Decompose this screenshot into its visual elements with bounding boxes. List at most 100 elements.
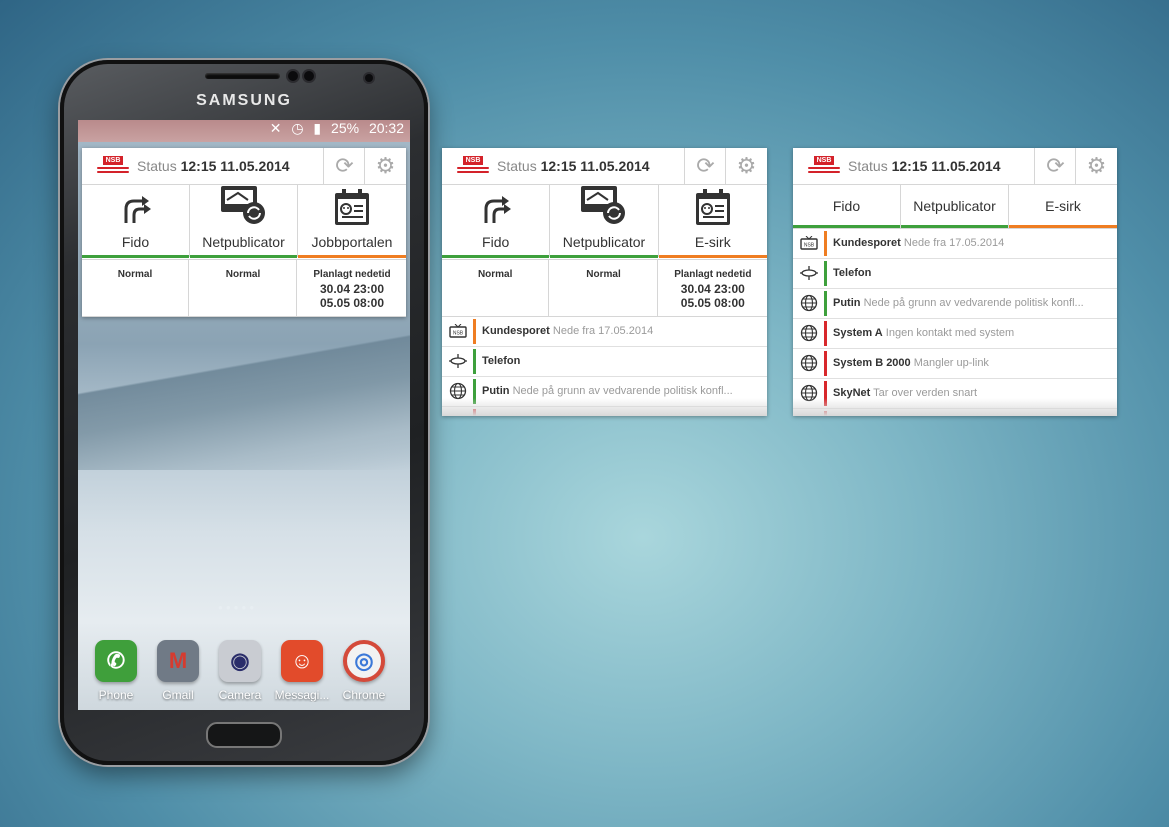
service-status-bar: [190, 255, 297, 258]
dock-app-camera[interactable]: ◉ Camera: [210, 640, 270, 702]
phone-icon: ✆: [95, 640, 137, 682]
list-item-name: Putin: [833, 297, 861, 309]
nsb-logo-wave: [457, 171, 489, 173]
service-states: Normal Normal Planlagt nedetid 30.04 23:00 0…: [442, 260, 767, 317]
svg-text:NSB: NSB: [453, 331, 464, 337]
list-item-text: Kundesporet Nede fra 17.05.2014: [833, 237, 1004, 249]
status-timestamp: 12:15 11.05.2014: [540, 158, 650, 174]
dock-app-label: Gmail: [162, 688, 194, 702]
list-item[interactable]: NSB Kundesporet Nede fra 17.05.2014: [793, 229, 1117, 259]
service-tile-e-sirk[interactable]: E-sirk: [658, 185, 767, 258]
status-line: Status 12:15 11.05.2014: [137, 158, 290, 174]
list-item[interactable]: System A Ingen kontakt med system: [793, 319, 1117, 349]
tv-icon: NSB: [448, 323, 468, 339]
service-tile-label: Jobbportalen: [311, 234, 393, 250]
home-button[interactable]: [206, 722, 282, 748]
tab-status-bar: [901, 225, 1008, 228]
list-status-bar: [473, 349, 476, 374]
nsb-logo-text: NSB: [814, 156, 834, 165]
refresh-button[interactable]: ⟳: [1034, 148, 1076, 184]
dock-app-chrome[interactable]: ◎ Chrome: [334, 640, 394, 702]
service-state-text: Normal: [477, 269, 513, 280]
downtime-date: 05.05 08:00: [680, 296, 745, 310]
list-item-detail: Mangler up-link: [913, 357, 989, 369]
service-state-text: Normal: [586, 269, 621, 280]
service-tile-netpublicator[interactable]: Netpublicator: [190, 185, 298, 258]
phone-brand: SAMSUNG: [196, 92, 292, 109]
globe-icon: [799, 324, 819, 342]
dock-app-phone[interactable]: ✆ Phone: [86, 640, 146, 702]
list-item[interactable]: Telefon: [442, 347, 767, 377]
tab-netpublicator[interactable]: Netpublicator: [901, 185, 1009, 228]
app-dock: ✆ Phone M Gmail ◉ Camera ☺ Messagi... ◎ Chrome: [78, 640, 410, 710]
downtime-date: 05.05 08:00: [319, 296, 385, 310]
service-state-text: Planlagt nedetid: [674, 269, 752, 280]
service-status-bar: [550, 255, 658, 258]
refresh-icon: ⟳: [335, 153, 354, 178]
phone-device: SAMSUNG ✕ ◷ ▮ 25% 20:32 NSB Status 12:15 …: [60, 60, 428, 765]
nsb-logo-wave: [97, 167, 129, 169]
status-timestamp: 12:15 11.05.2014: [180, 158, 290, 174]
status-bar: ✕ ◷ ▮ 25% 20:32: [78, 120, 410, 142]
list-status-bar: [824, 291, 827, 316]
list-item-detail: Nede fra 17.05.2014: [903, 237, 1005, 249]
service-tile-fido[interactable]: Fido: [442, 185, 551, 258]
signal-icon: ▮: [313, 120, 322, 136]
service-state: Normal: [190, 260, 297, 316]
status-label: Status: [497, 158, 537, 174]
tab-status-bar: [1009, 225, 1117, 228]
settings-button[interactable]: ⚙: [725, 148, 767, 184]
list-item-name: System A: [833, 327, 883, 339]
id-card-icon: [298, 185, 406, 227]
settings-button[interactable]: ⚙: [1075, 148, 1117, 184]
globe-icon: [799, 294, 819, 312]
list-item[interactable]: NSB Kundesporet Nede fra 17.05.2014: [442, 317, 767, 347]
phone-screen: ✕ ◷ ▮ 25% 20:32 NSB Status 12:15 11.05.20…: [78, 120, 410, 710]
service-status-bar: [442, 255, 550, 258]
list-status-bar: [824, 351, 827, 376]
dock-app-messagi[interactable]: ☺ Messagi...: [272, 640, 332, 702]
widget-header: NSB Status 12:15 11.05.2014 ⟳ ⚙: [82, 148, 406, 185]
list-item-name: System B 2000: [833, 357, 911, 369]
dock-app-gmail[interactable]: M Gmail: [148, 640, 208, 702]
proximity-sensor: [365, 74, 373, 82]
list-status-bar: [473, 319, 476, 344]
gear-icon: ⚙: [375, 153, 396, 178]
service-states: Normal Normal Planlagt nedetid 30.04 23:00 0…: [82, 260, 406, 317]
dock-app-label: Messagi...: [274, 688, 330, 702]
front-sensor: [304, 71, 314, 81]
service-tile-label: E-sirk: [694, 234, 731, 250]
nsb-logo-text: NSB: [463, 156, 483, 165]
chrome-icon: ◎: [343, 640, 385, 682]
status-line: Status 12:15 11.05.2014: [848, 158, 1001, 174]
gmail-icon: M: [157, 640, 199, 682]
tab-e-sirk[interactable]: E-sirk: [1009, 185, 1117, 228]
service-tile-jobbportalen[interactable]: Jobbportalen: [298, 185, 406, 258]
service-state: Planlagt nedetid 30.04 23:00 05.05 08:00: [659, 260, 767, 316]
dock-app-label: Phone: [98, 688, 134, 702]
service-tile-netpublicator[interactable]: Netpublicator: [550, 185, 659, 258]
list-item[interactable]: Putin Nede på grunn av vedvarende politi…: [793, 289, 1117, 319]
settings-button[interactable]: ⚙: [364, 148, 406, 184]
list-item-name: Telefon: [833, 267, 872, 279]
refresh-button[interactable]: ⟳: [323, 148, 365, 184]
nsb-logo-text: NSB: [103, 156, 123, 165]
sync-screen-icon: [550, 185, 657, 227]
service-state: Normal: [82, 260, 189, 316]
service-tile-fido[interactable]: Fido: [82, 185, 190, 258]
nsb-logo-wave: [457, 167, 489, 169]
service-state: Planlagt nedetid 30.04 23:00 05.05 08:00: [298, 260, 406, 316]
svg-text:NSB: NSB: [804, 243, 815, 249]
tab-fido[interactable]: Fido: [793, 185, 901, 228]
service-state: Normal: [442, 260, 550, 316]
list-item[interactable]: System B 2000 Mangler up-link: [793, 349, 1117, 379]
list-item-text: System B 2000 Mangler up-link: [833, 357, 989, 369]
camera-icon: ◉: [219, 640, 261, 682]
tab-label: Netpublicator: [913, 198, 996, 214]
service-tile-label: Fido: [482, 234, 510, 250]
refresh-button[interactable]: ⟳: [684, 148, 726, 184]
service-tabs: Fido Netpublicator E-sirk: [793, 185, 1117, 229]
list-item-name: Kundesporet: [833, 237, 901, 249]
list-status-bar: [824, 261, 827, 286]
list-item[interactable]: Telefon: [793, 259, 1117, 289]
